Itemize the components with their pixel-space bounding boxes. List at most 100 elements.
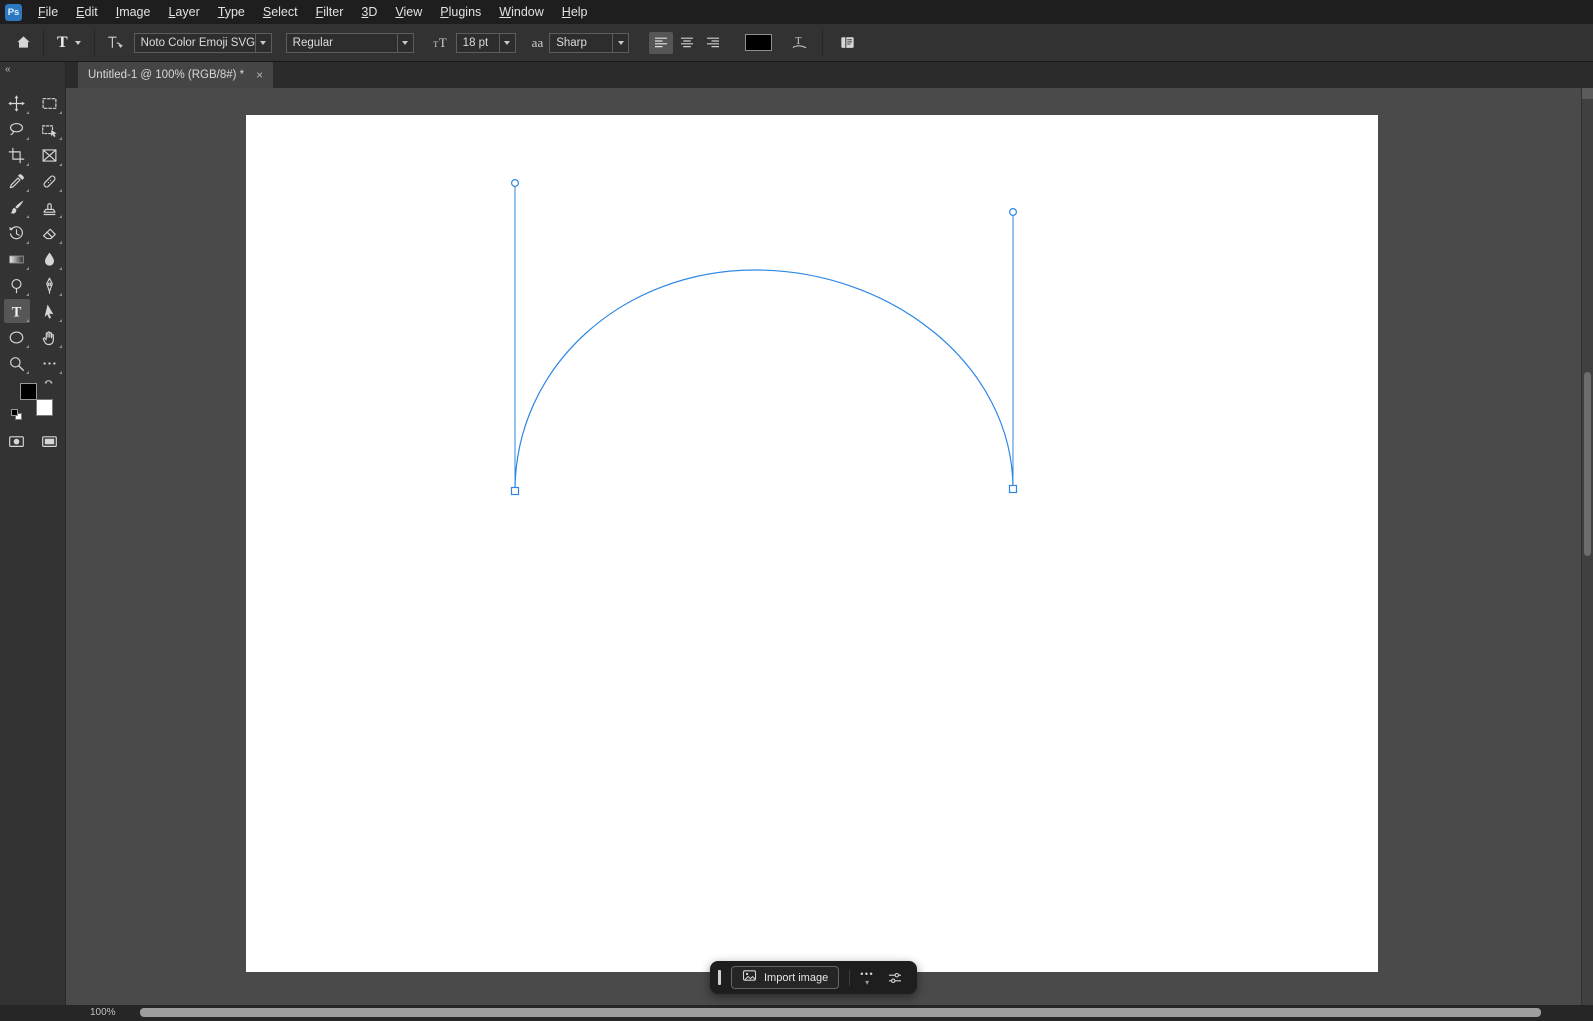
pen-path-overlay: [246, 115, 1378, 972]
lasso-tool[interactable]: [4, 117, 30, 141]
warp-text-button[interactable]: T: [786, 31, 812, 55]
text-color-swatch[interactable]: [745, 34, 772, 51]
font-family-select[interactable]: Noto Color Emoji SVG: [134, 33, 272, 53]
photoshop-window: Ps FileEditImageLayerTypeSelectFilter3DV…: [0, 0, 1593, 1021]
align-right-button[interactable]: [701, 32, 725, 54]
pen-path[interactable]: [515, 270, 1013, 491]
menu-3d[interactable]: 3D: [352, 0, 386, 24]
font-size-select[interactable]: 18 pt: [456, 33, 516, 53]
tab-bar: Untitled-1 @ 100% (RGB/8#) * ×: [66, 62, 1593, 88]
default-colors-icon[interactable]: [11, 409, 22, 420]
dodge-tool[interactable]: [4, 273, 30, 297]
move-tool[interactable]: [4, 91, 30, 115]
quick-mask-button[interactable]: [5, 430, 29, 452]
ellipse-tool[interactable]: [4, 325, 30, 349]
text-orientation-button[interactable]: [102, 31, 128, 55]
frame-tool[interactable]: [37, 143, 63, 167]
brush-tool[interactable]: [4, 195, 30, 219]
vertical-scrollbar-thumb[interactable]: [1584, 372, 1591, 556]
eraser-tool[interactable]: [37, 221, 63, 245]
tools-panel: « T: [0, 62, 66, 1005]
foreground-color-swatch[interactable]: [20, 383, 37, 400]
document-tab-title: Untitled-1 @ 100% (RGB/8#) *: [88, 69, 244, 81]
path-selection-tool[interactable]: [37, 299, 63, 323]
pen-tool[interactable]: [37, 273, 63, 297]
font-style-select[interactable]: Regular: [286, 33, 414, 53]
svg-text:T: T: [439, 36, 447, 50]
font-family-value: Noto Color Emoji SVG: [135, 37, 255, 49]
menu-view[interactable]: View: [386, 0, 431, 24]
clone-stamp-tool[interactable]: [37, 195, 63, 219]
tab-close-icon[interactable]: ×: [256, 68, 263, 82]
menu-help[interactable]: Help: [553, 0, 597, 24]
anti-alias-value: Sharp: [550, 37, 612, 49]
anti-alias-select[interactable]: Sharp: [549, 33, 629, 53]
options-bar: T Noto Color Emoji SVG Regular T T 18 pt: [0, 24, 1593, 62]
menu-edit[interactable]: Edit: [67, 0, 107, 24]
collapse-panel-button[interactable]: «: [5, 64, 11, 75]
contextual-task-bar: Import image ••• ▾: [710, 961, 917, 994]
horizontal-scrollbar-thumb[interactable]: [140, 1008, 1541, 1017]
photoshop-logo: Ps: [5, 4, 22, 21]
healing-brush-tool[interactable]: [37, 169, 63, 193]
home-button[interactable]: [10, 31, 36, 55]
adjust-settings-button[interactable]: [884, 967, 906, 989]
import-image-button[interactable]: Import image: [731, 966, 839, 989]
separator: [822, 30, 823, 56]
tools-grid: T: [0, 90, 66, 376]
menu-window[interactable]: Window: [490, 0, 552, 24]
edit-toolbar-button[interactable]: [37, 351, 63, 375]
toggle-panels-button[interactable]: [834, 31, 860, 55]
scrollbar-top-button[interactable]: [1582, 88, 1593, 99]
vertical-scrollbar[interactable]: [1581, 88, 1593, 1005]
drag-handle[interactable]: [718, 970, 721, 985]
zoom-tool[interactable]: [4, 351, 30, 375]
canvas-area: [66, 88, 1581, 1005]
type-tool[interactable]: T: [4, 299, 30, 323]
separator: [43, 30, 44, 56]
align-left-button[interactable]: [649, 32, 673, 54]
path-anchor-point[interactable]: [512, 488, 519, 495]
object-selection-tool[interactable]: [37, 117, 63, 141]
svg-text:T: T: [12, 304, 22, 319]
chevron-down-icon: [612, 34, 628, 52]
history-brush-tool[interactable]: [4, 221, 30, 245]
gradient-tool[interactable]: [4, 247, 30, 271]
font-size-value: 18 pt: [457, 37, 499, 49]
color-control: [0, 378, 66, 430]
menu-layer[interactable]: Layer: [159, 0, 208, 24]
chevron-down-icon: [499, 34, 515, 52]
font-size-icon: T T: [428, 31, 454, 55]
menu-file[interactable]: File: [29, 0, 67, 24]
status-bar: 100%: [0, 1005, 1593, 1021]
import-image-icon: [742, 968, 757, 988]
document-tab[interactable]: Untitled-1 @ 100% (RGB/8#) * ×: [78, 62, 273, 88]
swap-colors-icon[interactable]: [42, 376, 57, 396]
align-center-button[interactable]: [675, 32, 699, 54]
menu-plugins[interactable]: Plugins: [431, 0, 490, 24]
direction-handle-point[interactable]: [1010, 209, 1017, 216]
separator: [849, 970, 850, 986]
toolbar-extras: [0, 430, 66, 452]
background-color-swatch[interactable]: [36, 399, 53, 416]
document-canvas[interactable]: [246, 115, 1378, 972]
tool-preset-picker[interactable]: T: [51, 30, 87, 56]
chevron-down-icon: [255, 34, 271, 52]
hand-tool[interactable]: [37, 325, 63, 349]
rectangular-marquee-tool[interactable]: [37, 91, 63, 115]
screen-mode-button[interactable]: [38, 430, 62, 452]
menu-filter[interactable]: Filter: [307, 0, 353, 24]
menu-type[interactable]: Type: [209, 0, 254, 24]
text-align-group: [649, 32, 725, 54]
menu-select[interactable]: Select: [254, 0, 307, 24]
caret-down-icon[interactable]: ▾: [865, 979, 869, 986]
direction-handle-point[interactable]: [512, 180, 519, 187]
menu-image[interactable]: Image: [107, 0, 160, 24]
more-options: ••• ▾: [860, 969, 874, 986]
crop-tool[interactable]: [4, 143, 30, 167]
blur-tool[interactable]: [37, 247, 63, 271]
path-anchor-point[interactable]: [1010, 486, 1017, 493]
zoom-level-field[interactable]: 100%: [90, 1007, 116, 1018]
eyedropper-tool[interactable]: [4, 169, 30, 193]
menu-items: FileEditImageLayerTypeSelectFilter3DView…: [29, 0, 597, 24]
